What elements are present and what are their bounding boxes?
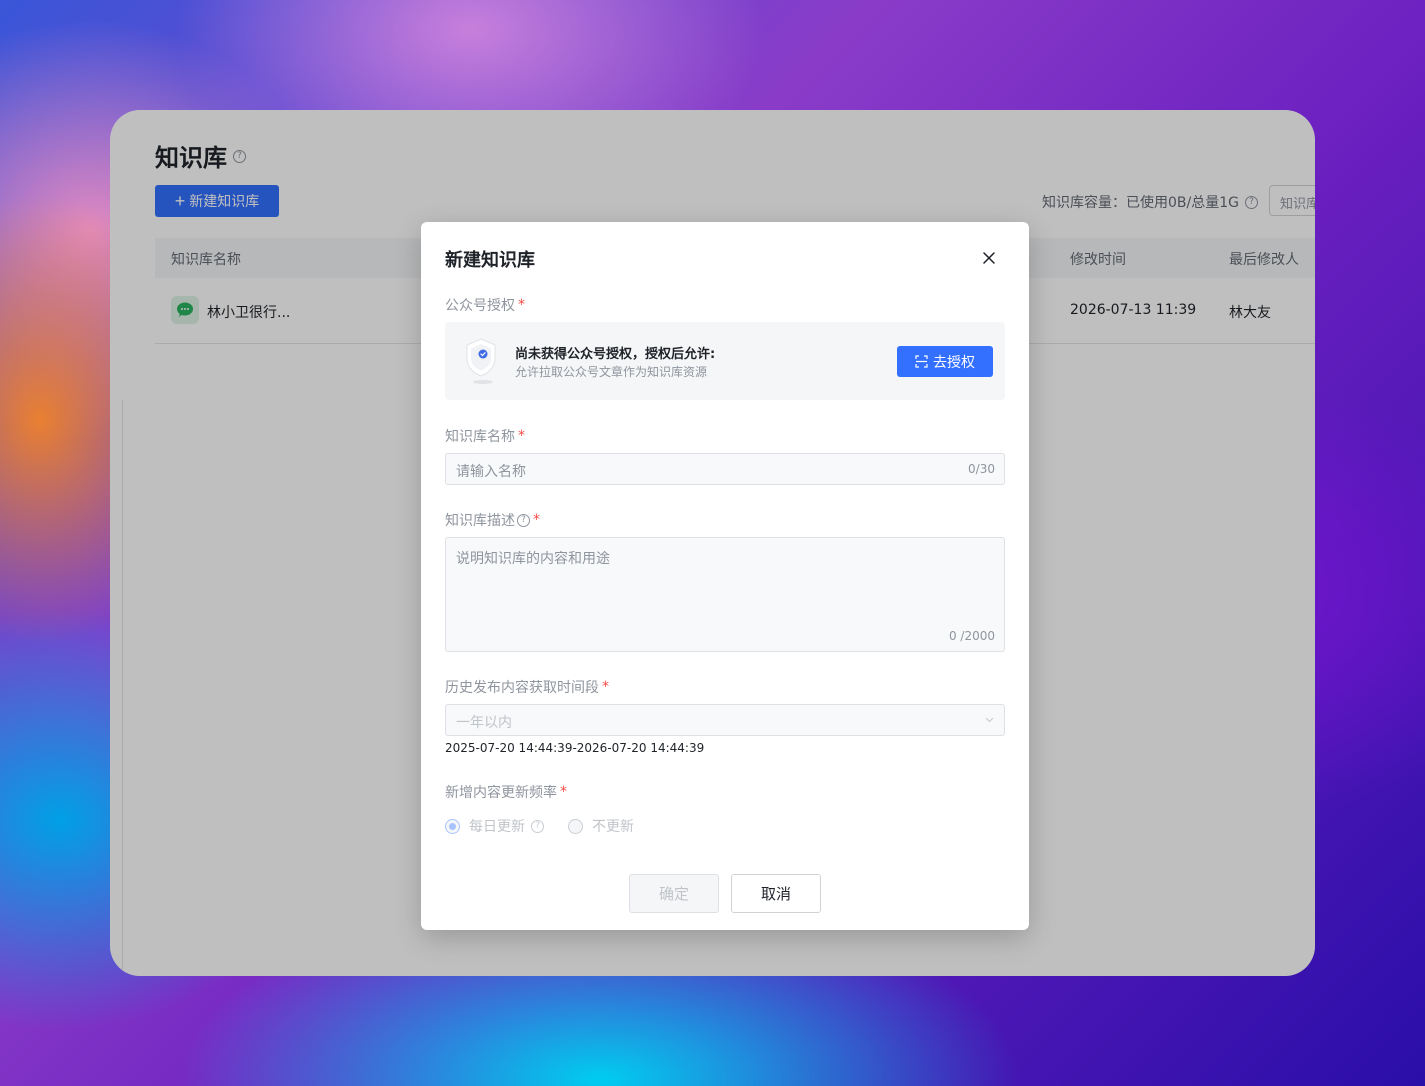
close-button[interactable] — [977, 246, 1001, 270]
name-placeholder: 请输入名称 — [456, 464, 526, 480]
confirm-button[interactable]: 确定 — [629, 874, 719, 913]
radio-no-update-label: 不更新 — [592, 819, 634, 835]
new-knowledge-base-dialog: 新建知识库 公众号授权 * 尚未获得公众号授权，授权后允许: 允许拉取公众号文章作… — [421, 222, 1029, 930]
authorize-button-label: 去授权 — [933, 353, 975, 370]
required-mark: * — [560, 784, 567, 800]
auth-title: 尚未获得公众号授权，授权后允许: — [515, 347, 716, 362]
period-value: 一年以内 — [456, 715, 512, 731]
radio-daily-label: 每日更新 — [469, 819, 525, 835]
freq-radio-group: 每日更新 ? 不更新 — [445, 816, 634, 836]
name-counter: 0/30 — [968, 462, 995, 476]
freq-label-text: 新增内容更新频率 — [445, 785, 557, 801]
required-mark: * — [533, 512, 540, 528]
chevron-down-icon — [985, 717, 994, 723]
desc-textarea[interactable]: 说明知识库的内容和用途 0 /2000 — [445, 537, 1005, 652]
desc-placeholder: 说明知识库的内容和用途 — [456, 551, 610, 567]
close-icon — [983, 252, 995, 264]
name-label-text: 知识库名称 — [445, 429, 515, 445]
auth-card: 尚未获得公众号授权，授权后允许: 允许拉取公众号文章作为知识库资源 去授权 — [445, 322, 1005, 400]
shield-icon — [466, 338, 496, 384]
help-icon[interactable]: ? — [531, 819, 544, 833]
name-input[interactable]: 请输入名称 0/30 — [445, 453, 1005, 485]
desc-label-text: 知识库描述 — [445, 513, 515, 529]
radio-no-update[interactable] — [568, 818, 583, 834]
auth-label-text: 公众号授权 — [445, 298, 515, 314]
auth-label: 公众号授权 * — [445, 295, 525, 315]
help-icon[interactable]: ? — [517, 513, 530, 527]
required-mark: * — [602, 679, 609, 695]
dialog-title: 新建知识库 — [445, 250, 535, 271]
cancel-button[interactable]: 取消 — [731, 874, 821, 913]
name-label: 知识库名称 * — [445, 426, 525, 446]
freq-label: 新增内容更新频率 * — [445, 782, 567, 802]
desc-counter: 0 /2000 — [948, 629, 995, 643]
period-label: 历史发布内容获取时间段 * — [445, 677, 609, 697]
period-range: 2025-07-20 14:44:39-2026-07-20 14:44:39 — [445, 741, 705, 755]
auth-subtitle: 允许拉取公众号文章作为知识库资源 — [515, 365, 708, 379]
required-mark: * — [518, 428, 525, 444]
period-label-text: 历史发布内容获取时间段 — [445, 680, 599, 696]
required-mark: * — [518, 297, 525, 313]
period-select[interactable]: 一年以内 — [445, 704, 1005, 736]
desc-label: 知识库描述 ? * — [445, 510, 540, 530]
scan-icon — [915, 355, 928, 368]
authorize-button[interactable]: 去授权 — [897, 346, 993, 377]
radio-daily[interactable] — [445, 818, 460, 834]
